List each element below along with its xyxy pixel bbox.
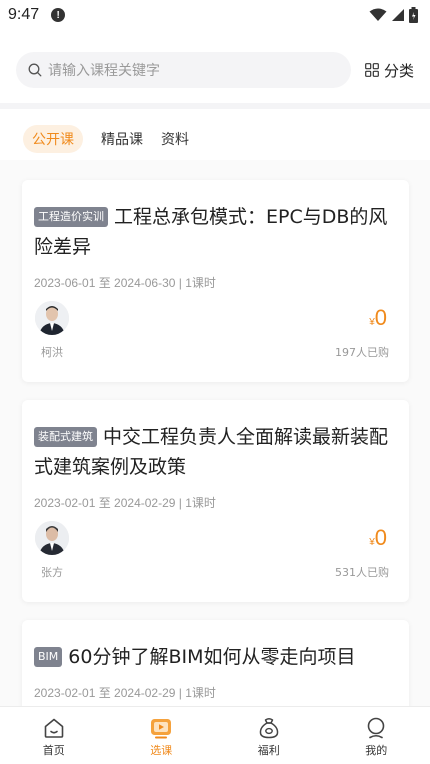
course-title: 60分钟了解BIM如何从零走向项目 (68, 646, 356, 668)
tab-materials[interactable]: 资料 (161, 125, 189, 153)
wifi-icon (369, 8, 387, 21)
course-price: ¥0 (369, 525, 387, 551)
notification-icon: ! (51, 8, 66, 22)
gift-bag-icon (259, 717, 279, 738)
status-bar: 9:47 ! (0, 0, 430, 30)
course-price: ¥0 (369, 305, 387, 331)
nav-benefits[interactable]: 福利 (215, 707, 323, 764)
nav-label: 选课 (150, 743, 173, 757)
tab-public-course[interactable]: 公开课 (23, 125, 83, 153)
nav-profile[interactable]: 我的 (323, 707, 430, 764)
price-value: 0 (374, 305, 387, 330)
course-title-wrap: 工程造价实训 工程总承包模式：EPC与DB的风险差异 (34, 202, 397, 262)
home-icon (44, 718, 64, 738)
battery-icon (409, 7, 418, 23)
nav-home[interactable]: 首页 (0, 707, 108, 764)
teacher-name: 柯洪 (41, 346, 63, 359)
status-left: 9:47 ! (8, 6, 66, 24)
course-list[interactable]: 工程造价实训 工程总承包模式：EPC与DB的风险差异 2023-06-01 至 2… (0, 160, 430, 706)
bottom-nav: 首页 选课 福利 我的 (0, 706, 430, 764)
tab-premium-course[interactable]: 精品课 (101, 125, 143, 153)
search-icon (28, 63, 42, 77)
category-label: 分类 (383, 61, 414, 80)
course-meta: 2023-06-01 至 2024-06-30 | 1课时 (34, 276, 216, 290)
nav-courses[interactable]: 选课 (108, 707, 216, 764)
course-title-wrap: 装配式建筑 中交工程负责人全面解读最新装配式建筑案例及政策 (34, 422, 397, 482)
course-footer: 张方 ¥0 531人已购 (34, 519, 397, 587)
course-meta: 2023-02-01 至 2024-02-29 | 1课时 (34, 496, 216, 510)
play-course-icon (151, 718, 172, 738)
course-meta: 2023-02-01 至 2024-02-29 | 1课时 (34, 686, 216, 700)
course-tag: BIM (34, 647, 63, 667)
buyer-count: 531人已购 (335, 566, 389, 579)
category-button[interactable]: 分类 (365, 60, 414, 81)
course-tag: 装配式建筑 (34, 427, 97, 447)
app-screen: 9:47 ! 请输入课程关键字 分类 公开课 精品课 资料 工程造价实训 工程总承… (0, 0, 430, 764)
signal-icon (392, 9, 404, 21)
course-footer: 柯洪 ¥0 197人已购 (34, 299, 397, 367)
course-card[interactable]: BIM 60分钟了解BIM如何从零走向项目 2023-02-01 至 2024-0… (22, 620, 409, 706)
search-header: 请输入课程关键字 分类 (16, 52, 414, 88)
course-card[interactable]: 工程造价实训 工程总承包模式：EPC与DB的风险差异 2023-06-01 至 2… (22, 180, 409, 382)
course-tabs: 公开课 精品课 资料 (23, 125, 189, 153)
search-input[interactable]: 请输入课程关键字 (16, 52, 351, 88)
price-value: 0 (374, 525, 387, 550)
search-placeholder: 请输入课程关键字 (48, 63, 160, 79)
avatar (35, 521, 69, 555)
teacher-name: 张方 (41, 566, 63, 579)
header-divider (0, 103, 430, 109)
avatar (35, 301, 69, 335)
profile-icon (367, 717, 385, 738)
course-card[interactable]: 装配式建筑 中交工程负责人全面解读最新装配式建筑案例及政策 2023-02-01 … (22, 400, 409, 602)
nav-label: 我的 (365, 743, 388, 757)
course-title-wrap: BIM 60分钟了解BIM如何从零走向项目 (34, 642, 397, 672)
nav-label: 福利 (257, 743, 280, 757)
grid-icon (365, 63, 379, 77)
buyer-count: 197人已购 (335, 346, 389, 359)
nav-label: 首页 (42, 743, 65, 757)
status-right (369, 7, 418, 23)
course-tag: 工程造价实训 (34, 207, 108, 227)
status-time: 9:47 (8, 6, 40, 23)
